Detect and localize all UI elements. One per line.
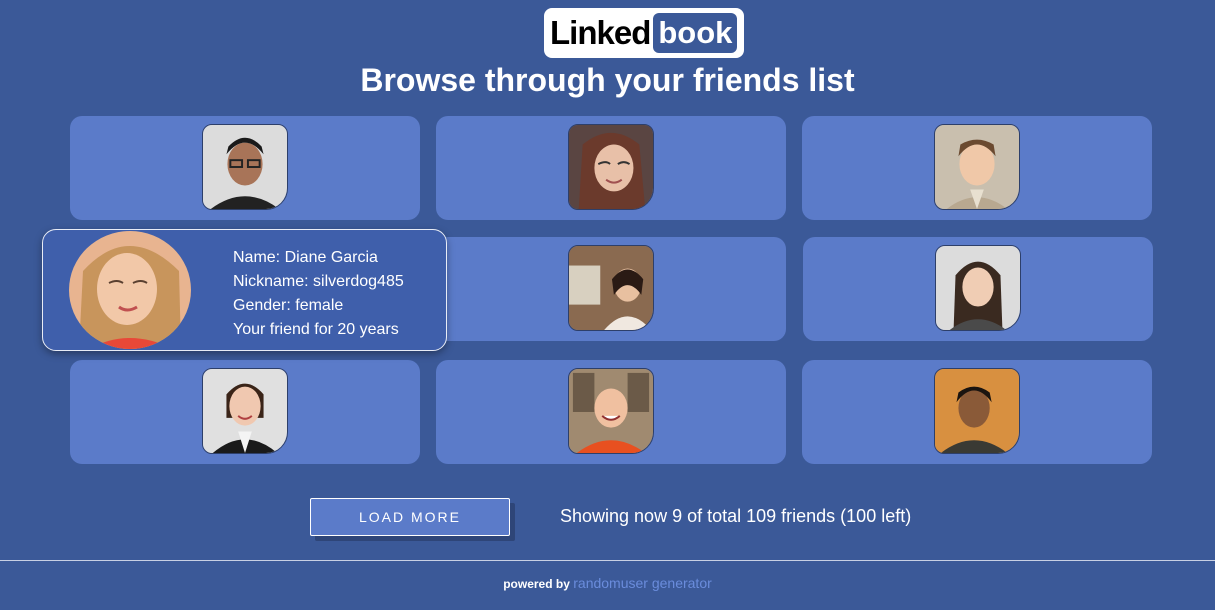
- friend-card-2[interactable]: [436, 116, 786, 220]
- linkedbook-logo: Linked book: [544, 8, 744, 58]
- friend-avatar: [568, 245, 654, 331]
- friend-avatar: [934, 368, 1020, 454]
- friends-count-status: Showing now 9 of total 109 friends (100 …: [560, 506, 912, 526]
- friend-card-4-expanded[interactable]: Name: Diane Garcia Nickname: silverdog48…: [42, 229, 447, 351]
- friend-avatar: [202, 124, 288, 210]
- page-title: Browse through your friends list: [360, 62, 855, 98]
- profile-info: Name: Diane Garcia Nickname: silverdog48…: [233, 246, 404, 342]
- profile-nickname: Nickname: silverdog485: [233, 273, 404, 290]
- friend-avatar: [568, 124, 654, 210]
- friend-avatar: [568, 368, 654, 454]
- profile-friend-duration: Your friend for 20 years: [233, 321, 399, 338]
- friend-card-1[interactable]: [70, 116, 420, 220]
- friend-card-5[interactable]: [436, 237, 786, 341]
- powered-by-text: powered by: [503, 577, 570, 591]
- logo-linked-text: Linked: [550, 14, 651, 51]
- friend-card-9[interactable]: [802, 360, 1152, 464]
- footer: powered by randomuser generator: [0, 575, 1215, 591]
- footer-divider: [0, 560, 1215, 561]
- logo-book-text: book: [653, 13, 738, 53]
- friend-card-6[interactable]: [803, 237, 1153, 341]
- profile-name: Name: Diane Garcia: [233, 249, 378, 266]
- friend-card-8[interactable]: [436, 360, 786, 464]
- friend-avatar: [202, 368, 288, 454]
- friend-card-3[interactable]: [802, 116, 1152, 220]
- friend-avatar: [935, 245, 1021, 331]
- friend-avatar: [934, 124, 1020, 210]
- load-more-button[interactable]: LOAD MORE: [310, 498, 510, 536]
- friend-card-7[interactable]: [70, 360, 420, 464]
- profile-gender: Gender: female: [233, 297, 344, 314]
- profile-photo: [69, 231, 191, 349]
- randomuser-link[interactable]: randomuser generator: [573, 575, 712, 591]
